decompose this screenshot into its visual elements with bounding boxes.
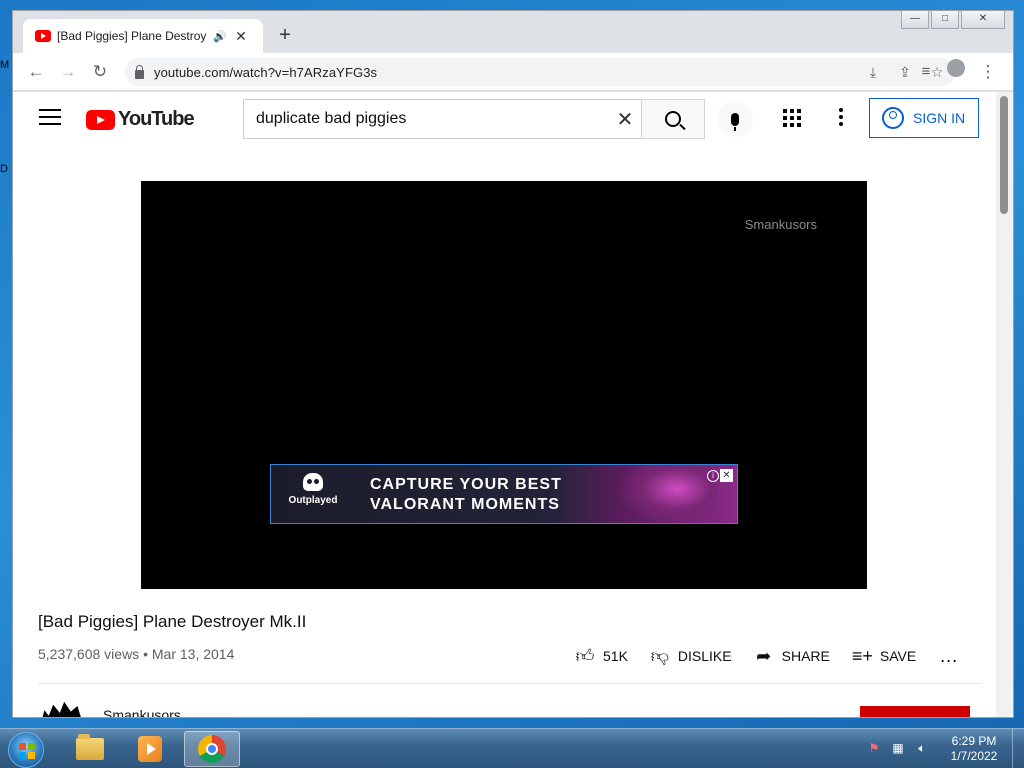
clear-search-icon[interactable]: ✕ xyxy=(607,107,643,132)
playlist-add-icon: ≡+ xyxy=(851,645,873,666)
subscribe-button[interactable]: SUBSCRIBE xyxy=(860,706,970,717)
ad-info-icon[interactable]: i xyxy=(707,470,719,482)
youtube-play-icon xyxy=(86,109,115,130)
forward-icon[interactable]: → xyxy=(55,59,81,85)
save-label: SAVE xyxy=(879,648,917,664)
ad-headline: CAPTURE YOUR BEST VALORANT MOMENTS xyxy=(370,475,562,515)
scrollbar-thumb[interactable] xyxy=(1000,96,1008,214)
voice-search-button[interactable] xyxy=(717,101,753,137)
browser-toolbar: ← → ↻ youtube.com/watch?v=h7ARzaYFG3s ⤓ … xyxy=(13,53,1013,91)
settings-more-icon[interactable] xyxy=(839,108,843,128)
user-icon xyxy=(882,107,904,129)
tab-close-icon[interactable]: ✕ xyxy=(233,28,249,45)
lock-icon[interactable] xyxy=(135,64,144,79)
reading-list-icon[interactable]: ≡ xyxy=(913,59,939,85)
back-icon[interactable]: ← xyxy=(23,59,49,85)
youtube-logo[interactable]: YouTube xyxy=(86,108,195,131)
thumbs-up-icon: 👍︎ xyxy=(575,646,595,666)
start-button[interactable] xyxy=(8,732,44,768)
install-icon[interactable]: ⤓ xyxy=(861,64,885,81)
search-query-text[interactable]: duplicate bad piggies xyxy=(256,110,607,128)
clock-time: 6:29 PM xyxy=(951,734,997,748)
video-actions: 👍︎ 51K 👎︎ DISLIKE ➦ SHARE ≡+ SAVE ... xyxy=(575,639,958,673)
menu-icon[interactable]: ⋮ xyxy=(975,59,1001,85)
clock-date: 1/7/2022 xyxy=(950,749,998,763)
show-desktop-button[interactable] xyxy=(1012,729,1024,768)
channel-avatar[interactable] xyxy=(40,701,84,717)
share-button[interactable]: ➦ SHARE xyxy=(754,646,830,667)
tab-title: [Bad Piggies] Plane Destroye xyxy=(57,29,207,43)
profile-icon[interactable] xyxy=(943,59,969,85)
action-center-flag-icon[interactable]: ⚑ xyxy=(866,741,882,756)
youtube-logo-text: YouTube xyxy=(118,108,195,130)
youtube-header: YouTube duplicate bad piggies ✕ SIGN IN xyxy=(13,92,997,148)
volume-icon[interactable]: 🔈︎ xyxy=(914,741,930,756)
video-meta: 5,237,608 views • Mar 13, 2014 xyxy=(38,646,234,662)
desktop-icon-label: M xyxy=(0,59,10,71)
ad-brand-name: Outplayed xyxy=(288,495,338,506)
taskbar: ⚑ ▦ 🔈︎ 6:29 PM 1/7/2022 xyxy=(0,728,1024,768)
url-text[interactable]: youtube.com/watch?v=h7ARzaYFG3s xyxy=(154,65,377,80)
ad-close-icon[interactable]: ✕ xyxy=(720,469,733,482)
sign-in-button[interactable]: SIGN IN xyxy=(869,98,979,138)
window-controls: — □ ✕ xyxy=(901,11,1005,29)
close-window-button[interactable]: ✕ xyxy=(961,11,1005,29)
taskbar-explorer[interactable] xyxy=(62,731,118,767)
search-icon xyxy=(665,111,681,127)
audio-playing-icon[interactable]: 🔊 xyxy=(213,30,227,43)
like-count: 51K xyxy=(603,648,628,664)
channel-name[interactable]: Smankusors xyxy=(103,707,181,717)
apps-grid-icon[interactable] xyxy=(783,109,801,127)
divider xyxy=(38,683,982,684)
maximize-button[interactable]: □ xyxy=(931,11,959,29)
folder-icon xyxy=(76,734,104,760)
address-bar[interactable]: youtube.com/watch?v=h7ARzaYFG3s ⤓ ⇪ ☆ xyxy=(125,58,955,86)
channel-watermark: Smankusors xyxy=(744,217,817,232)
ad-brand-logo: Outplayed xyxy=(285,473,341,506)
dislike-label: DISLIKE xyxy=(677,648,732,664)
overlay-ad[interactable]: Outplayed CAPTURE YOUR BEST VALORANT MOM… xyxy=(270,464,738,524)
system-tray: ⚑ ▦ 🔈︎ xyxy=(866,741,930,756)
network-icon[interactable]: ▦ xyxy=(890,741,906,756)
minimize-button[interactable]: — xyxy=(901,11,929,29)
video-player[interactable]: Smankusors Outplayed CAPTURE YOUR BEST V… xyxy=(141,181,867,589)
search-button[interactable] xyxy=(641,99,705,139)
ad-headline-line1: CAPTURE YOUR BEST xyxy=(370,476,562,493)
share-label: SHARE xyxy=(781,648,830,664)
share-arrow-icon: ➦ xyxy=(756,645,772,666)
tab-strip: [Bad Piggies] Plane Destroye 🔊 ✕ + — □ ✕ xyxy=(13,11,1013,53)
youtube-page: YouTube duplicate bad piggies ✕ SIGN IN xyxy=(13,92,997,717)
browser-window: [Bad Piggies] Plane Destroye 🔊 ✕ + — □ ✕… xyxy=(12,10,1014,718)
browser-tab[interactable]: [Bad Piggies] Plane Destroye 🔊 ✕ xyxy=(23,19,263,53)
clock[interactable]: 6:29 PM 1/7/2022 xyxy=(946,734,1002,764)
meta-separator: • xyxy=(143,646,152,662)
sign-in-label: SIGN IN xyxy=(913,110,966,126)
windows-logo-icon xyxy=(19,743,35,759)
video-title: [Bad Piggies] Plane Destroyer Mk.II xyxy=(38,612,307,631)
skull-icon xyxy=(303,473,323,491)
page-scrollbar[interactable] xyxy=(996,92,1013,717)
desktop-icon-label: D xyxy=(0,163,8,175)
thumbs-down-icon: 👎︎ xyxy=(650,646,670,666)
search-input[interactable]: duplicate bad piggies ✕ xyxy=(243,99,643,139)
dislike-button[interactable]: 👎︎ DISLIKE xyxy=(650,645,732,667)
view-count: 5,237,608 views xyxy=(38,646,140,662)
upload-date: Mar 13, 2014 xyxy=(151,646,235,662)
youtube-favicon-icon xyxy=(35,30,51,42)
new-tab-button[interactable]: + xyxy=(273,24,297,48)
media-player-icon xyxy=(138,736,162,762)
taskbar-media-player[interactable] xyxy=(122,731,178,767)
taskbar-chrome[interactable] xyxy=(184,731,240,767)
ad-character-image xyxy=(617,465,717,523)
microphone-icon xyxy=(731,112,739,131)
save-button[interactable]: ≡+ SAVE xyxy=(852,646,916,667)
ad-headline-line2: VALORANT MOMENTS xyxy=(370,496,560,513)
chrome-icon xyxy=(198,735,226,763)
hamburger-menu-icon[interactable] xyxy=(39,109,61,125)
like-button[interactable]: 👍︎ 51K xyxy=(575,645,628,667)
reload-icon[interactable]: ↻ xyxy=(87,59,113,85)
more-actions-icon[interactable]: ... xyxy=(940,646,958,667)
